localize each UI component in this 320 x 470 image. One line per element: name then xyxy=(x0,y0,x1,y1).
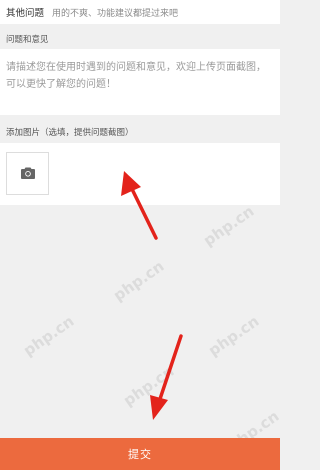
feedback-textarea[interactable]: 请描述您在使用时遇到的问题和意见，欢迎上传页面截图，可以更快了解您的问题！ xyxy=(0,49,280,115)
submit-button[interactable]: 提交 xyxy=(0,438,280,470)
submit-label: 提交 xyxy=(128,448,152,461)
watermark: php.cn xyxy=(205,312,263,360)
feedback-placeholder: 请描述您在使用时遇到的问题和意见，欢迎上传页面截图，可以更快了解您的问题！ xyxy=(6,62,266,90)
feedback-label: 问题和意见 xyxy=(6,35,49,45)
add-image-button[interactable] xyxy=(6,152,49,195)
camera-icon xyxy=(20,164,35,183)
watermark: php.cn xyxy=(110,257,168,305)
image-upload-area xyxy=(0,143,280,205)
other-issues-hint: 用的不爽、功能建议都提过来吧 xyxy=(52,8,179,19)
other-issues-title: 其他问题 xyxy=(6,8,45,19)
other-issues-row: 其他问题 用的不爽、功能建议都提过来吧 xyxy=(0,0,280,24)
watermark: php.cn xyxy=(120,362,178,410)
watermark: php.cn xyxy=(200,202,258,250)
add-image-label: 添加图片（选填，提供问题截图） xyxy=(6,128,134,138)
watermark: php.cn xyxy=(20,312,78,360)
